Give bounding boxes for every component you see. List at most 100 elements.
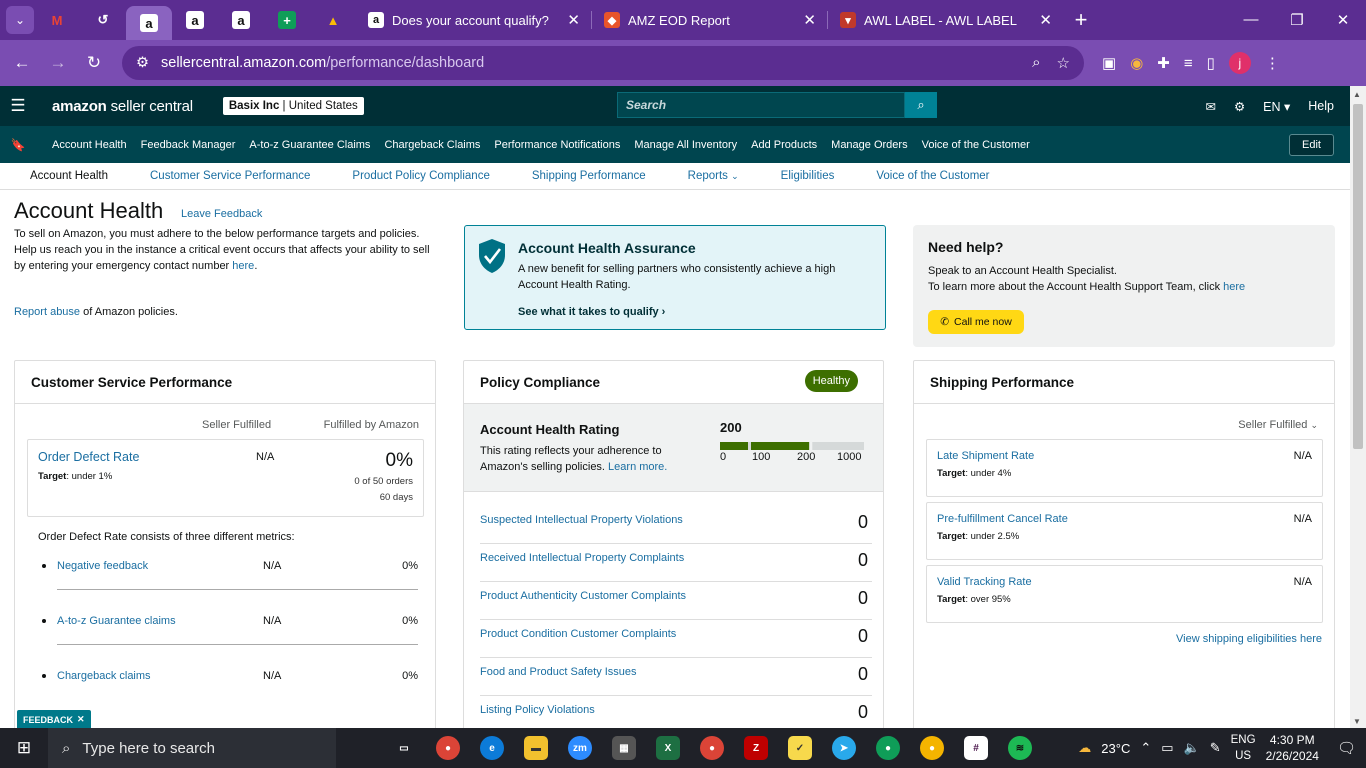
- pinned-tab-amazon-3[interactable]: a: [218, 0, 264, 40]
- pinned-tab-history[interactable]: ↺: [80, 0, 126, 40]
- order-defect-rate-link[interactable]: Order Defect Rate: [38, 450, 139, 464]
- extension-color-icon[interactable]: ◉: [1130, 54, 1143, 72]
- late-shipment-rate-link[interactable]: Late Shipment Rate: [937, 450, 1034, 462]
- violation-link[interactable]: Product Authenticity Customer Complaints: [480, 590, 686, 602]
- nav-atoz-claims[interactable]: A-to-z Guarantee Claims: [249, 139, 370, 151]
- close-tab-icon[interactable]: ✕: [803, 11, 816, 29]
- zoom-app-icon[interactable]: zm: [558, 728, 602, 768]
- browser-tab-awl-label[interactable]: ▾ AWL LABEL - AWL LABEL ✕: [828, 0, 1064, 40]
- search-icon[interactable]: ⌕: [905, 92, 937, 118]
- chrome-profile-2-icon[interactable]: ●: [866, 728, 910, 768]
- scroll-down-icon[interactable]: ▼: [1353, 717, 1361, 726]
- pinned-tab-gmail[interactable]: M: [34, 0, 80, 40]
- page-scrollbar[interactable]: ▲ ▼: [1350, 86, 1366, 728]
- chrome-profile-icon[interactable]: ●: [690, 728, 734, 768]
- chrome-profile-3-icon[interactable]: ●: [910, 728, 954, 768]
- subnav-product-policy[interactable]: Product Policy Compliance: [331, 170, 510, 182]
- mail-icon[interactable]: ✉: [1205, 99, 1215, 114]
- support-team-link[interactable]: here: [1223, 281, 1245, 293]
- nav-manage-orders[interactable]: Manage Orders: [831, 139, 907, 151]
- violation-link[interactable]: Suspected Intellectual Property Violatio…: [480, 514, 683, 526]
- file-explorer-icon[interactable]: ▬: [514, 728, 558, 768]
- nav-account-health[interactable]: Account Health: [52, 139, 127, 151]
- language-indicator[interactable]: ENG US: [1231, 732, 1256, 764]
- close-icon[interactable]: ✕: [77, 714, 85, 725]
- feedback-tab[interactable]: FEEDBACK ✕: [17, 710, 91, 729]
- restore-icon[interactable]: ❐: [1274, 11, 1320, 29]
- browser-tab-eod-report[interactable]: ◆ AMZ EOD Report ✕: [592, 0, 828, 40]
- weather-icon[interactable]: ☁: [1078, 740, 1091, 756]
- nav-manage-inventory[interactable]: Manage All Inventory: [634, 139, 737, 151]
- clock[interactable]: 4:30 PM 2/26/2024: [1266, 732, 1319, 764]
- reload-icon[interactable]: ↻: [76, 53, 112, 73]
- subnav-shipping[interactable]: Shipping Performance: [511, 170, 667, 182]
- violation-link[interactable]: Listing Policy Violations: [480, 704, 595, 716]
- spotify-icon[interactable]: ≋: [998, 728, 1042, 768]
- subnav-customer-service[interactable]: Customer Service Performance: [129, 170, 331, 182]
- notifications-icon[interactable]: 🗨: [1337, 739, 1356, 757]
- search-input[interactable]: Search: [617, 92, 905, 118]
- chrome-icon[interactable]: ●: [426, 728, 470, 768]
- pinned-tab-drive[interactable]: ▲: [310, 0, 356, 40]
- close-window-icon[interactable]: ✕: [1320, 11, 1366, 29]
- emergency-contact-link[interactable]: here: [232, 260, 254, 272]
- edge-icon[interactable]: e: [470, 728, 514, 768]
- profile-avatar[interactable]: j: [1228, 52, 1251, 74]
- language-selector[interactable]: EN ▾: [1263, 99, 1290, 114]
- extension-off-icon[interactable]: ▣: [1102, 54, 1116, 72]
- browser-tab-qualify[interactable]: a Does your account qualify? ✕: [356, 0, 592, 40]
- call-me-now-button[interactable]: ✆ Call me now: [928, 310, 1024, 334]
- qualify-link[interactable]: See what it takes to qualify ›: [518, 306, 665, 318]
- media-icon[interactable]: ≡: [1184, 55, 1193, 72]
- violation-link[interactable]: Product Condition Customer Complaints: [480, 628, 676, 640]
- pen-icon[interactable]: ✎: [1210, 740, 1221, 756]
- leave-feedback-link[interactable]: Leave Feedback: [181, 208, 262, 220]
- bookmark-star-icon[interactable]: ☆: [1057, 54, 1070, 72]
- negative-feedback-link[interactable]: Negative feedback: [57, 560, 148, 572]
- pinned-tab-amazon-active[interactable]: a: [126, 6, 172, 40]
- account-switcher[interactable]: Basix Inc | United States: [222, 97, 364, 115]
- violation-link[interactable]: Food and Product Safety Issues: [480, 666, 637, 678]
- help-link[interactable]: Help: [1308, 99, 1334, 113]
- nav-performance-notifications[interactable]: Performance Notifications: [494, 139, 620, 151]
- telegram-icon[interactable]: ➤: [822, 728, 866, 768]
- sticky-notes-icon[interactable]: ✓: [778, 728, 822, 768]
- atoz-claims-link[interactable]: A-to-z Guarantee claims: [57, 615, 176, 627]
- task-view-icon[interactable]: ▭: [382, 728, 426, 768]
- taskbar-search[interactable]: ⌕ Type here to search: [48, 728, 336, 768]
- edit-nav-button[interactable]: Edit: [1289, 133, 1334, 156]
- nav-add-products[interactable]: Add Products: [751, 139, 817, 151]
- windows-start-icon[interactable]: ⊞: [0, 738, 48, 758]
- scroll-up-icon[interactable]: ▲: [1353, 90, 1361, 99]
- extensions-puzzle-icon[interactable]: ✚: [1157, 54, 1170, 72]
- scrollbar-thumb[interactable]: [1353, 104, 1363, 449]
- volume-icon[interactable]: 🔈: [1184, 740, 1200, 756]
- subnav-eligibilities[interactable]: Eligibilities: [760, 170, 856, 182]
- subnav-voice-of-customer[interactable]: Voice of the Customer: [855, 170, 1010, 182]
- subnav-reports[interactable]: Reports ⌄: [667, 170, 760, 182]
- settings-gear-icon[interactable]: ⚙: [1234, 99, 1245, 114]
- excel-icon[interactable]: X: [646, 728, 690, 768]
- cancel-rate-link[interactable]: Pre-fulfillment Cancel Rate: [937, 513, 1068, 525]
- back-icon[interactable]: ←: [4, 53, 40, 73]
- tab-search-dropdown[interactable]: ⌄: [6, 6, 34, 34]
- zoom-icon[interactable]: ⌕: [1032, 54, 1040, 72]
- nav-feedback-manager[interactable]: Feedback Manager: [141, 139, 236, 151]
- side-panel-icon[interactable]: ▯: [1207, 54, 1215, 72]
- pinned-tab-sheets[interactable]: +: [264, 0, 310, 40]
- hamburger-menu-icon[interactable]: ☰: [0, 96, 36, 116]
- tray-chevron-up-icon[interactable]: ⌃: [1140, 740, 1151, 756]
- calculator-icon[interactable]: ▦: [602, 728, 646, 768]
- menu-kebab-icon[interactable]: ⋮: [1265, 54, 1280, 72]
- valid-tracking-rate-link[interactable]: Valid Tracking Rate: [937, 576, 1032, 588]
- network-icon[interactable]: ▭: [1161, 740, 1173, 756]
- forward-icon[interactable]: →: [40, 53, 76, 73]
- new-tab-button[interactable]: +: [1064, 7, 1098, 33]
- close-tab-icon[interactable]: ✕: [567, 11, 580, 29]
- pinned-tab-amazon-2[interactable]: a: [172, 0, 218, 40]
- close-tab-icon[interactable]: ✕: [1039, 11, 1052, 29]
- learn-more-link[interactable]: Learn more.: [608, 461, 667, 473]
- temperature[interactable]: 23°C: [1101, 741, 1130, 756]
- seller-central-logo[interactable]: amazon seller central: [52, 98, 193, 115]
- report-abuse-link[interactable]: Report abuse: [14, 306, 80, 318]
